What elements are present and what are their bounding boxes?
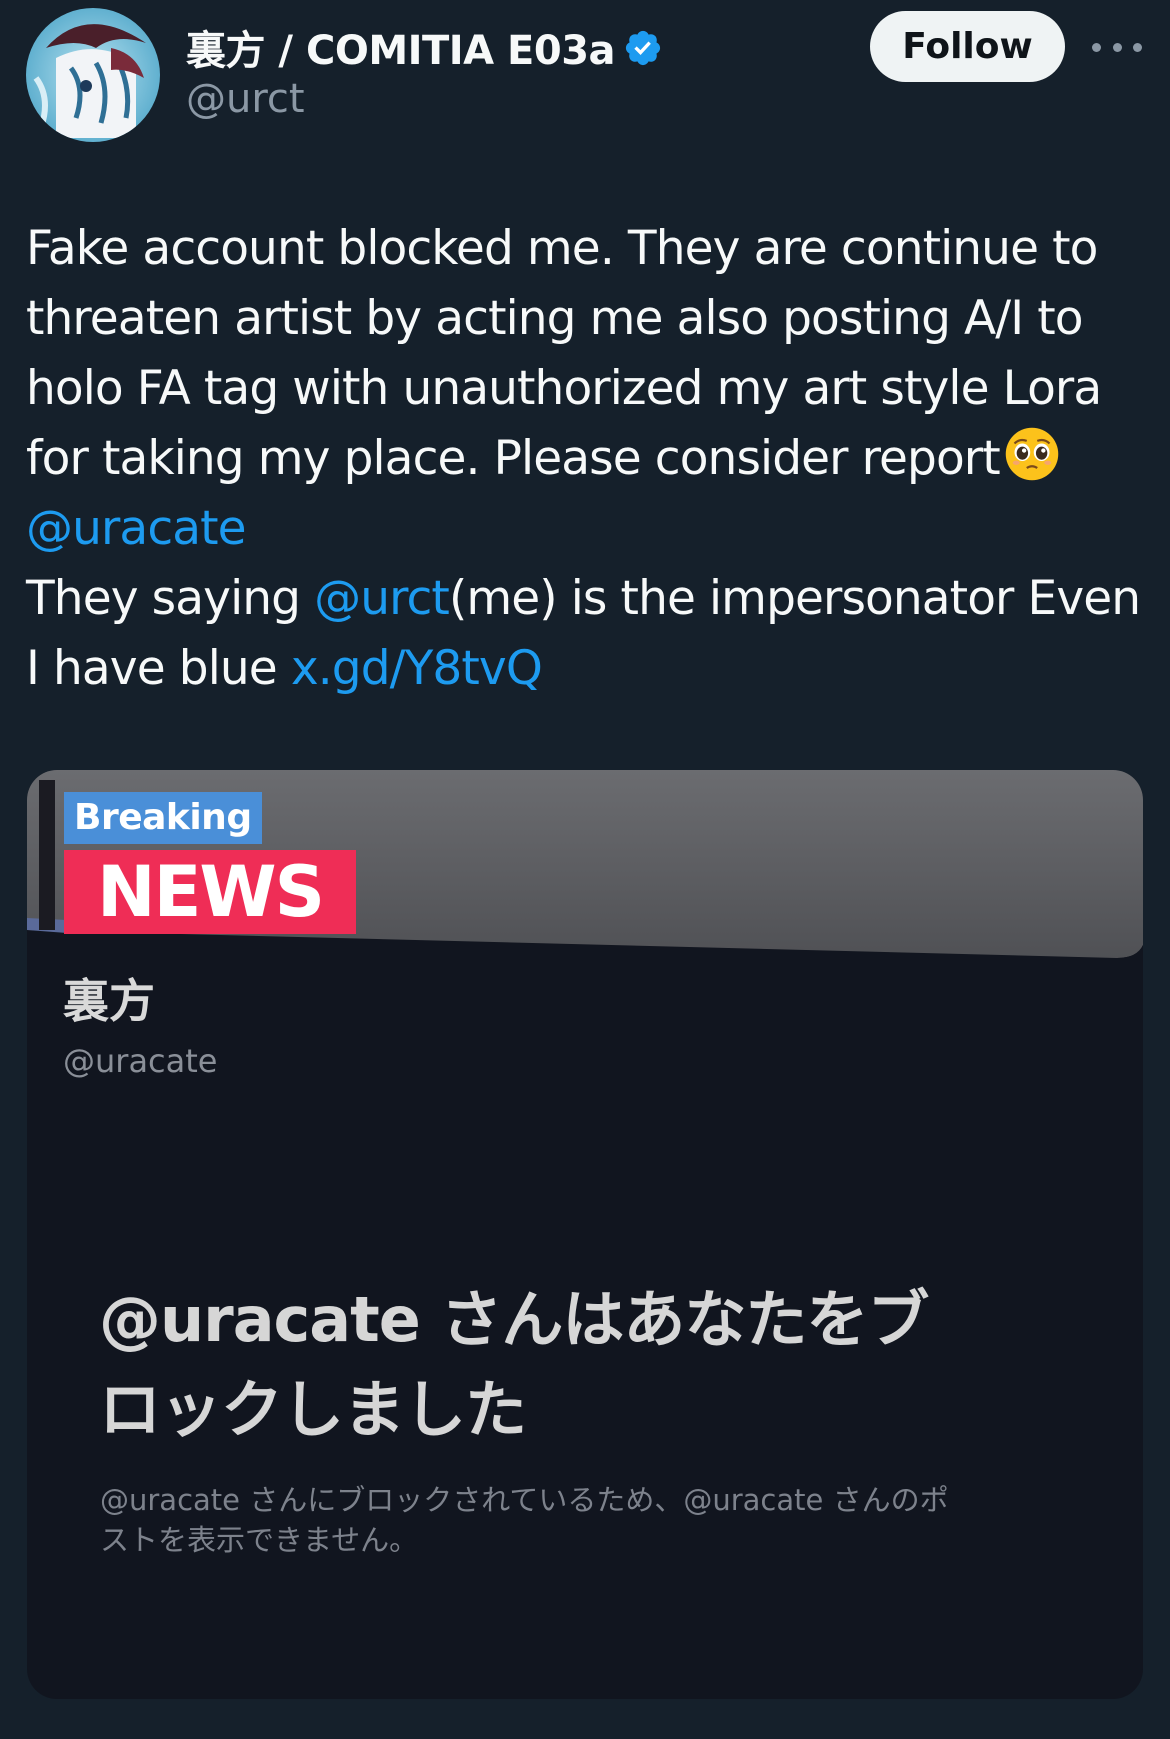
mention-link-urct[interactable]: @urct	[314, 571, 450, 626]
blocked-profile-name: 裏方	[63, 974, 155, 1028]
tweet-line-text: for taking my place. Please consider rep…	[26, 431, 1001, 486]
tweet-text: Fake account blocked me. They are contin…	[26, 214, 1150, 704]
blocked-profile-handle: @uracate	[63, 1042, 218, 1080]
pleading-face-emoji-icon	[1005, 427, 1059, 481]
external-link[interactable]: x.gd/Y8tvQ	[291, 641, 543, 696]
blocked-message-subtitle: @uracate さんにブロックされているため、@uracate さんのポ スト…	[100, 1480, 1100, 1560]
tweet-line: holo FA tag with unauthorized my art sty…	[26, 361, 1102, 416]
more-options-icon[interactable]	[1092, 30, 1142, 64]
tweet-line-text: (me) is the impersonator Even	[448, 571, 1141, 626]
tweet-line: @uracate	[26, 494, 1150, 564]
tweet-line: threaten artist by acting me also postin…	[26, 291, 1084, 346]
author-display-name[interactable]: 裏方 / COMITIA E03a	[186, 18, 616, 76]
breaking-label: Breaking	[64, 792, 262, 844]
tweet-line: Fake account blocked me. They are contin…	[26, 221, 1098, 276]
mention-link-uracate[interactable]: @uracate	[26, 501, 247, 556]
avatar-image	[26, 8, 160, 142]
news-banner-bar	[39, 780, 55, 930]
news-label: NEWS	[64, 850, 356, 934]
tweet-line: I have blue x.gd/Y8tvQ	[26, 634, 1150, 704]
follow-button[interactable]: Follow	[870, 11, 1065, 82]
tweet-line-text: They saying	[26, 571, 315, 626]
blocked-sub-line: @uracate さんにブロックされているため、@uracate さんのポ	[100, 1483, 949, 1517]
blocked-sub-line: ストを表示できません。	[100, 1523, 419, 1557]
blocked-message-title: @uracate さんはあなたをブ ロックしました	[99, 1275, 1099, 1455]
author-name-row[interactable]: 裏方 / COMITIA E03a	[186, 18, 663, 76]
tweet-line-text: I have blue	[26, 641, 291, 696]
verified-badge-icon	[625, 30, 661, 66]
author-avatar[interactable]	[26, 8, 160, 142]
tweet-line: for taking my place. Please consider rep…	[26, 424, 1150, 494]
blocked-title-line: ロックしました	[99, 1373, 527, 1446]
tweet-media-image[interactable]: Breaking NEWS 裏方 @uracate @uracate さんはあな…	[27, 770, 1143, 1699]
tweet-line: They saying @urct(me) is the impersonato…	[26, 564, 1150, 634]
blocked-title-line: @uracate さんはあなたをブ	[99, 1283, 929, 1356]
author-handle[interactable]: @urct	[186, 76, 305, 122]
